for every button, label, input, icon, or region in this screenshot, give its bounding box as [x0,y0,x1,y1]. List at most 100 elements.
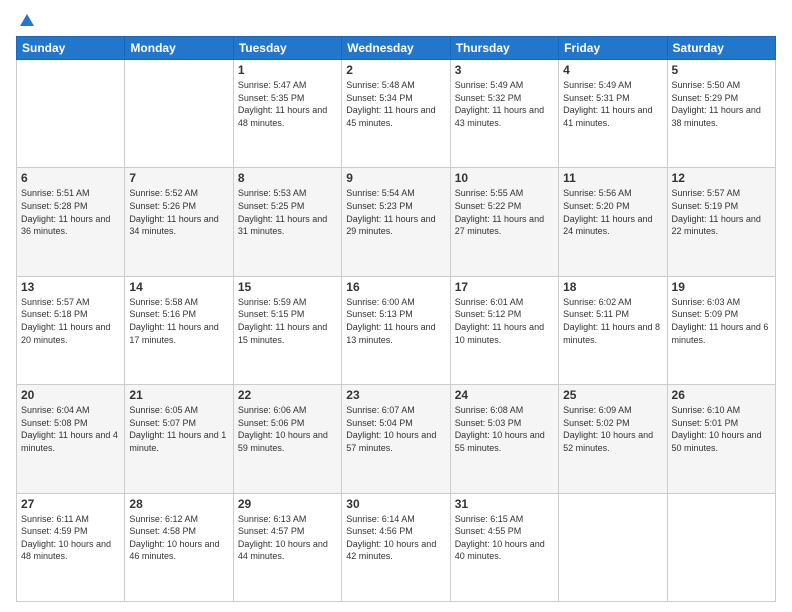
day-info: Sunrise: 5:55 AM Sunset: 5:22 PM Dayligh… [455,187,554,237]
day-number: 31 [455,497,554,511]
day-info: Sunrise: 5:49 AM Sunset: 5:31 PM Dayligh… [563,79,662,129]
col-monday: Monday [125,37,233,60]
day-number: 2 [346,63,445,77]
day-number: 10 [455,171,554,185]
day-number: 7 [129,171,228,185]
day-info: Sunrise: 6:08 AM Sunset: 5:03 PM Dayligh… [455,404,554,454]
calendar-header-row: Sunday Monday Tuesday Wednesday Thursday… [17,37,776,60]
day-number: 26 [672,388,771,402]
day-number: 28 [129,497,228,511]
day-info: Sunrise: 5:53 AM Sunset: 5:25 PM Dayligh… [238,187,337,237]
day-number: 20 [21,388,120,402]
day-number: 4 [563,63,662,77]
day-number: 21 [129,388,228,402]
day-number: 14 [129,280,228,294]
day-info: Sunrise: 5:59 AM Sunset: 5:15 PM Dayligh… [238,296,337,346]
table-row: 18 Sunrise: 6:02 AM Sunset: 5:11 PM Dayli… [559,276,667,384]
day-info: Sunrise: 6:04 AM Sunset: 5:08 PM Dayligh… [21,404,120,454]
day-info: Sunrise: 6:01 AM Sunset: 5:12 PM Dayligh… [455,296,554,346]
calendar-row-1: 6Sunrise: 5:51 AM Sunset: 5:28 PM Daylig… [17,168,776,276]
day-number: 30 [346,497,445,511]
day-info: Sunrise: 6:06 AM Sunset: 5:06 PM Dayligh… [238,404,337,454]
table-row: 29 Sunrise: 6:13 AM Sunset: 4:57 PM Dayli… [233,493,341,601]
table-row: 17 Sunrise: 6:01 AM Sunset: 5:12 PM Dayli… [450,276,558,384]
day-number: 15 [238,280,337,294]
day-number: 1 [238,63,337,77]
table-row: 9Sunrise: 5:54 AM Sunset: 5:23 PM Daylig… [342,168,450,276]
day-info: Sunrise: 6:05 AM Sunset: 5:07 PM Dayligh… [129,404,228,454]
day-info: Sunrise: 5:52 AM Sunset: 5:26 PM Dayligh… [129,187,228,237]
day-info: Sunrise: 6:07 AM Sunset: 5:04 PM Dayligh… [346,404,445,454]
table-row: 22 Sunrise: 6:06 AM Sunset: 5:06 PM Dayli… [233,385,341,493]
day-info: Sunrise: 6:09 AM Sunset: 5:02 PM Dayligh… [563,404,662,454]
table-row: 28 Sunrise: 6:12 AM Sunset: 4:58 PM Dayli… [125,493,233,601]
day-info: Sunrise: 6:12 AM Sunset: 4:58 PM Dayligh… [129,513,228,563]
day-info: Sunrise: 5:51 AM Sunset: 5:28 PM Dayligh… [21,187,120,237]
table-row: 5 Sunrise: 5:50 AM Sunset: 5:29 PM Daylig… [667,60,775,168]
header [16,14,776,28]
table-row: 7 Sunrise: 5:52 AM Sunset: 5:26 PM Daylig… [125,168,233,276]
day-info: Sunrise: 5:57 AM Sunset: 5:19 PM Dayligh… [672,187,771,237]
col-friday: Friday [559,37,667,60]
table-row: 2 Sunrise: 5:48 AM Sunset: 5:34 PM Daylig… [342,60,450,168]
table-row: 8 Sunrise: 5:53 AM Sunset: 5:25 PM Daylig… [233,168,341,276]
day-info: Sunrise: 5:57 AM Sunset: 5:18 PM Dayligh… [21,296,120,346]
table-row: 13 Sunrise: 5:57 AM Sunset: 5:18 PM Dayli… [17,276,125,384]
col-tuesday: Tuesday [233,37,341,60]
table-row [17,60,125,168]
table-row: 26Sunrise: 6:10 AM Sunset: 5:01 PM Dayli… [667,385,775,493]
table-row: 15 Sunrise: 5:59 AM Sunset: 5:15 PM Dayli… [233,276,341,384]
day-info: Sunrise: 5:58 AM Sunset: 5:16 PM Dayligh… [129,296,228,346]
col-sunday: Sunday [17,37,125,60]
table-row: 11Sunrise: 5:56 AM Sunset: 5:20 PM Dayli… [559,168,667,276]
day-number: 24 [455,388,554,402]
day-number: 8 [238,171,337,185]
day-info: Sunrise: 6:11 AM Sunset: 4:59 PM Dayligh… [21,513,120,563]
day-info: Sunrise: 6:00 AM Sunset: 5:13 PM Dayligh… [346,296,445,346]
calendar-row-3: 20 Sunrise: 6:04 AM Sunset: 5:08 PM Dayli… [17,385,776,493]
table-row [559,493,667,601]
day-number: 18 [563,280,662,294]
calendar-row-0: 1Sunrise: 5:47 AM Sunset: 5:35 PM Daylig… [17,60,776,168]
table-row: 31 Sunrise: 6:15 AM Sunset: 4:55 PM Dayli… [450,493,558,601]
day-number: 9 [346,171,445,185]
day-number: 23 [346,388,445,402]
table-row: 4 Sunrise: 5:49 AM Sunset: 5:31 PM Daylig… [559,60,667,168]
table-row: 30 Sunrise: 6:14 AM Sunset: 4:56 PM Dayli… [342,493,450,601]
table-row [125,60,233,168]
day-number: 3 [455,63,554,77]
day-number: 5 [672,63,771,77]
table-row: 10 Sunrise: 5:55 AM Sunset: 5:22 PM Dayli… [450,168,558,276]
table-row [667,493,775,601]
table-row: 27 Sunrise: 6:11 AM Sunset: 4:59 PM Dayli… [17,493,125,601]
table-row: 12 Sunrise: 5:57 AM Sunset: 5:19 PM Dayli… [667,168,775,276]
day-info: Sunrise: 6:02 AM Sunset: 5:11 PM Dayligh… [563,296,662,346]
calendar-row-2: 13 Sunrise: 5:57 AM Sunset: 5:18 PM Dayli… [17,276,776,384]
table-row: 21 Sunrise: 6:05 AM Sunset: 5:07 PM Dayli… [125,385,233,493]
table-row: 20 Sunrise: 6:04 AM Sunset: 5:08 PM Dayli… [17,385,125,493]
day-info: Sunrise: 5:48 AM Sunset: 5:34 PM Dayligh… [346,79,445,129]
day-info: Sunrise: 6:13 AM Sunset: 4:57 PM Dayligh… [238,513,337,563]
day-number: 22 [238,388,337,402]
day-info: Sunrise: 6:15 AM Sunset: 4:55 PM Dayligh… [455,513,554,563]
table-row: 23 Sunrise: 6:07 AM Sunset: 5:04 PM Dayli… [342,385,450,493]
col-wednesday: Wednesday [342,37,450,60]
day-info: Sunrise: 6:14 AM Sunset: 4:56 PM Dayligh… [346,513,445,563]
day-number: 27 [21,497,120,511]
day-number: 12 [672,171,771,185]
day-info: Sunrise: 5:56 AM Sunset: 5:20 PM Dayligh… [563,187,662,237]
table-row: 25Sunrise: 6:09 AM Sunset: 5:02 PM Dayli… [559,385,667,493]
calendar-table: Sunday Monday Tuesday Wednesday Thursday… [16,36,776,602]
col-thursday: Thursday [450,37,558,60]
day-info: Sunrise: 5:49 AM Sunset: 5:32 PM Dayligh… [455,79,554,129]
logo [16,14,36,28]
day-number: 16 [346,280,445,294]
day-number: 17 [455,280,554,294]
day-info: Sunrise: 5:50 AM Sunset: 5:29 PM Dayligh… [672,79,771,129]
day-info: Sunrise: 6:03 AM Sunset: 5:09 PM Dayligh… [672,296,771,346]
day-number: 13 [21,280,120,294]
col-saturday: Saturday [667,37,775,60]
day-number: 19 [672,280,771,294]
table-row: 16 Sunrise: 6:00 AM Sunset: 5:13 PM Dayli… [342,276,450,384]
day-number: 29 [238,497,337,511]
